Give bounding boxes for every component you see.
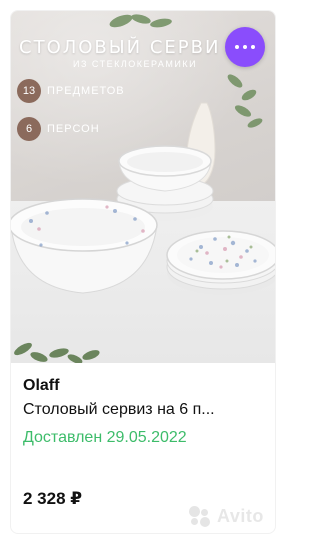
more-options-button[interactable] [225, 27, 265, 67]
more-dots-icon [243, 45, 247, 49]
product-card[interactable]: СТОЛОВЫЙ СЕРВИ ИЗ СТЕКЛОКЕРАМИКИ 13 ПРЕД… [10, 10, 276, 534]
product-title[interactable]: Столовый сервиз на 6 п... [23, 401, 269, 419]
badge-label: ПЕРСОН [47, 123, 100, 135]
seller-brand: Olaff [23, 377, 60, 394]
badge-items-count: 13 ПРЕДМЕТОВ [17, 79, 125, 103]
badge-label: ПРЕДМЕТОВ [47, 85, 125, 97]
product-photo[interactable]: СТОЛОВЫЙ СЕРВИ ИЗ СТЕКЛОКЕРАМИКИ 13 ПРЕД… [11, 11, 275, 363]
avito-watermark: Avito [187, 505, 264, 527]
photo-subtitle: ИЗ СТЕКЛОКЕРАМИКИ [73, 59, 198, 69]
badge-number: 6 [17, 117, 41, 141]
delivery-status: Доставлен 29.05.2022 [23, 429, 187, 446]
more-dots-icon [251, 45, 255, 49]
product-price: 2 328 ₽ [23, 489, 83, 508]
badge-persons-count: 6 ПЕРСОН [17, 117, 100, 141]
badge-number: 13 [17, 79, 41, 103]
avito-logo-icon [187, 505, 213, 527]
avito-watermark-text: Avito [217, 505, 264, 526]
more-dots-icon [235, 45, 239, 49]
